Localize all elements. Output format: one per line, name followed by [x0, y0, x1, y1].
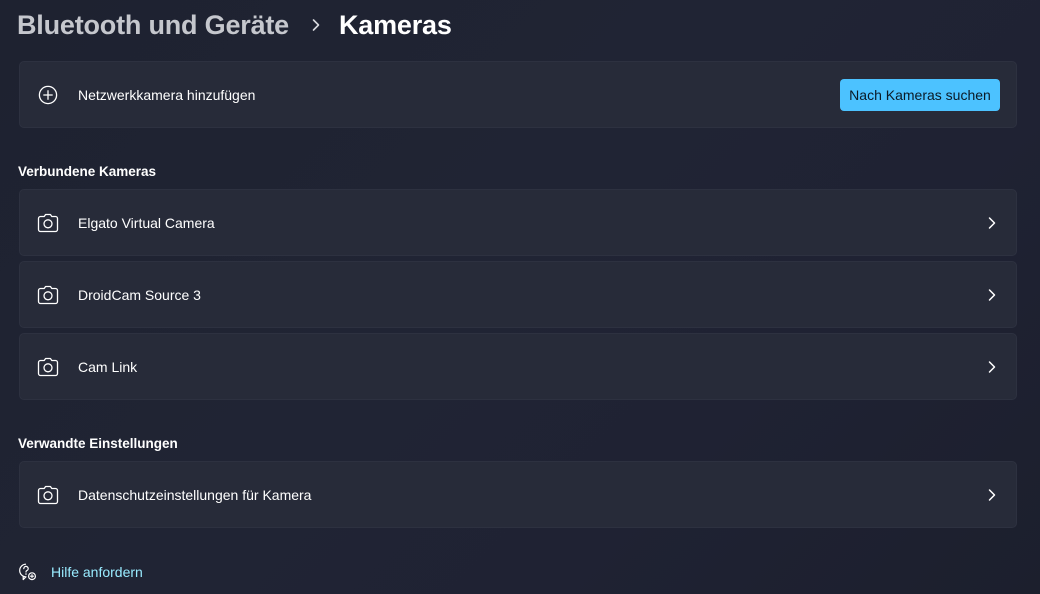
camera-icon	[37, 356, 59, 378]
camera-label: Cam Link	[78, 358, 138, 375]
camera-item-elgato[interactable]: Elgato Virtual Camera	[19, 189, 1017, 256]
add-network-camera-label: Netzwerkkamera hinzufügen	[78, 86, 256, 103]
camera-icon	[37, 284, 59, 306]
add-circle-icon	[37, 84, 59, 106]
chevron-right-icon	[309, 18, 323, 32]
privacy-settings-label: Datenschutzeinstellungen für Kamera	[78, 486, 312, 503]
chevron-right-icon	[986, 360, 998, 374]
get-help-link[interactable]: Hilfe anfordern	[17, 561, 143, 583]
settings-page: Bluetooth und Geräte Kameras Netzwerkkam…	[0, 0, 1040, 594]
camera-label: Elgato Virtual Camera	[78, 214, 215, 231]
related-settings-header: Verwandte Einstellungen	[18, 436, 178, 451]
breadcrumb-parent[interactable]: Bluetooth und Geräte	[17, 10, 289, 41]
breadcrumb: Bluetooth und Geräte Kameras	[17, 6, 452, 44]
chevron-right-icon	[986, 288, 998, 302]
camera-item-cam-link[interactable]: Cam Link	[19, 333, 1017, 400]
help-chat-icon	[17, 562, 37, 582]
camera-privacy-settings-item[interactable]: Datenschutzeinstellungen für Kamera	[19, 461, 1017, 528]
search-cameras-button[interactable]: Nach Kameras suchen	[840, 78, 1000, 111]
add-network-camera-card: Netzwerkkamera hinzufügen Nach Kameras s…	[19, 61, 1017, 128]
camera-icon	[37, 212, 59, 234]
chevron-right-icon	[986, 216, 998, 230]
page-title: Kameras	[339, 9, 452, 40]
get-help-label[interactable]: Hilfe anfordern	[51, 564, 143, 580]
connected-cameras-header: Verbundene Kameras	[18, 164, 157, 179]
chevron-right-icon	[986, 488, 998, 502]
camera-item-droidcam[interactable]: DroidCam Source 3	[19, 261, 1017, 328]
camera-icon	[37, 484, 59, 506]
camera-label: DroidCam Source 3	[78, 286, 201, 303]
